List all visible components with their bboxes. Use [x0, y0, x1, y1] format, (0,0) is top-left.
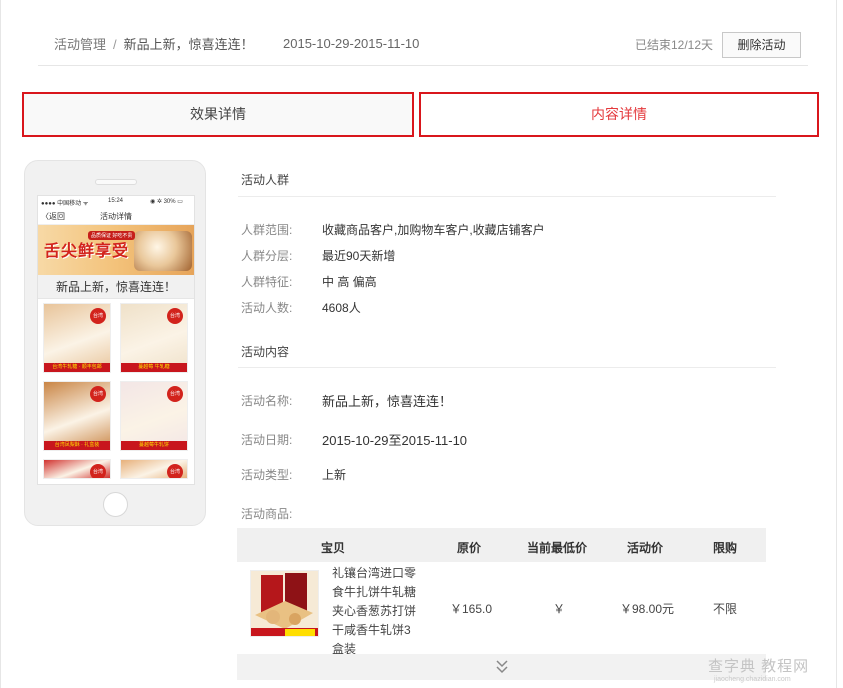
audience-feature-value: 中 高 偏高	[322, 275, 377, 289]
banner-food-image	[134, 231, 192, 271]
phone-product-tile[interactable]: 台湾蔓越莓 牛轧糖	[120, 303, 188, 373]
breadcrumb-current: 新品上新，惊喜连连！	[123, 37, 254, 52]
product-table-header: 宝贝 原价 当前最低价 活动价 限购	[237, 528, 766, 562]
phone-product-image: 台湾蔓越莓 牛轧糖	[121, 304, 187, 372]
content-section-title: 活动内容	[241, 345, 290, 359]
phone-nav-title: 活动详情	[100, 212, 132, 221]
phone-product-tile[interactable]: 台湾台湾牛轧糖 · 顺丰包邮	[43, 303, 111, 373]
col-original-price: 原价	[457, 541, 482, 555]
product-thumbnail[interactable]	[250, 570, 319, 637]
tile-badge: 台湾	[90, 464, 106, 478]
breadcrumb-separator: /	[113, 37, 117, 52]
page-frame-right	[836, 0, 837, 688]
activity-name-value: 新品上新，惊喜连连！	[322, 394, 453, 409]
product-table: 宝贝 原价 当前最低价 活动价 限购 礼镶台湾进口零食牛扎饼牛轧糖夹心香葱苏打饼…	[237, 528, 766, 680]
tile-badge: 台湾	[167, 308, 183, 324]
banner-title: 舌尖鲜享受	[44, 243, 130, 260]
audience-layer-value: 最近90天新增	[322, 249, 396, 263]
product-original-price: ￥165.0	[450, 602, 493, 616]
page-frame-left	[0, 0, 1, 688]
activity-name-label: 活动名称:	[241, 394, 293, 408]
watermark-logo: 查字典 教程网	[708, 658, 810, 675]
audience-count-value: 4608人	[322, 301, 361, 315]
col-item: 宝贝	[321, 541, 346, 555]
tab-content-details[interactable]: 内容详情	[419, 92, 819, 137]
activity-date-label: 活动日期:	[241, 433, 293, 447]
activity-header: 活动管理 / 新品上新，惊喜连连！ 2015-10-29-2015-11-10 已结…	[38, 24, 808, 66]
phone-product-image: 台湾蔓越莓牛轧饼	[121, 382, 187, 450]
activity-date-value: 2015-10-29至2015-11-10	[322, 433, 468, 448]
audience-layer-label: 人群分层:	[241, 249, 293, 263]
phone-product-tile[interactable]: 台湾台湾凤梨酥 · 礼盒装	[43, 381, 111, 451]
breadcrumb: 活动管理 / 新品上新，惊喜连连！	[54, 34, 254, 53]
tile-caption: 蔓越莓牛轧饼	[121, 441, 187, 450]
tile-badge: 台湾	[167, 386, 183, 402]
status-battery: ◉ ✲ 30% ▭	[150, 199, 183, 205]
activity-date-range: 2015-10-29-2015-11-10	[283, 36, 420, 51]
tile-badge: 台湾	[90, 386, 106, 402]
watermark-url: jiaocheng.chazidian.com	[714, 676, 791, 683]
phone-product-tile[interactable]: 台湾	[43, 459, 111, 479]
activity-products-label: 活动商品:	[241, 507, 293, 521]
audience-divider	[238, 196, 776, 197]
tile-caption: 台湾牛轧糖 · 顺丰包邮	[44, 363, 110, 372]
phone-activity-title: 新品上新，惊喜连连！	[38, 275, 194, 299]
audience-scope-value: 收藏商品客户,加购物车客户,收藏店铺客户	[322, 223, 545, 237]
chevrons-down-icon	[495, 660, 508, 674]
tile-badge: 台湾	[167, 464, 183, 478]
product-image-icon	[251, 571, 318, 636]
activity-type-value: 上新	[322, 468, 347, 482]
phone-product-image: 台湾	[44, 460, 110, 478]
phone-product-tile[interactable]: 台湾蔓越莓牛轧饼	[120, 381, 188, 451]
status-time: 15:24	[108, 198, 124, 204]
phone-home-button	[103, 492, 128, 517]
phone-product-grid: 台湾 台湾牛轧糖 · 顺丰包邮 台湾 蔓越莓 牛轧糖 台湾 台湾凤梨酥 · 礼盒装 台湾 蔓越…	[38, 299, 194, 479]
phone-status-bar: ●●●● 中国移动 ᯤ 15:24 ◉ ✲ 30% ▭	[38, 196, 194, 208]
audience-count-label: 活动人数:	[241, 301, 293, 315]
activity-status: 已结束12/12天	[635, 38, 714, 52]
phone-preview: ●●●● 中国移动 ᯤ 15:24 ◉ ✲ 30% ▭ 〈返回 活动详情 品质保…	[24, 160, 206, 526]
audience-feature-label: 人群特征:	[241, 275, 293, 289]
product-name[interactable]: 礼镶台湾进口零食牛扎饼牛轧糖夹心香葱苏打饼干咸香牛轧饼3盒装	[332, 564, 420, 659]
phone-product-image: 台湾	[121, 460, 187, 478]
tile-caption: 蔓越莓 牛轧糖	[121, 363, 187, 372]
expand-more-button[interactable]	[237, 654, 766, 680]
tile-badge: 台湾	[90, 308, 106, 324]
phone-screen: ●●●● 中国移动 ᯤ 15:24 ◉ ✲ 30% ▭ 〈返回 活动详情 品质保…	[37, 195, 195, 485]
col-lowest-price: 当前最低价	[527, 541, 588, 555]
content-divider	[238, 367, 776, 368]
phone-product-tile[interactable]: 台湾	[120, 459, 188, 479]
audience-scope-label: 人群范围:	[241, 223, 293, 237]
breadcrumb-root-link[interactable]: 活动管理	[54, 37, 106, 52]
phone-product-image: 台湾台湾凤梨酥 · 礼盒装	[44, 382, 110, 450]
table-row[interactable]: 礼镶台湾进口零食牛扎饼牛轧糖夹心香葱苏打饼干咸香牛轧饼3盒装 ￥165.0 ￥ …	[237, 562, 766, 656]
phone-nav-bar: 〈返回 活动详情	[38, 208, 194, 225]
product-activity-price: ￥98.00元	[620, 602, 675, 616]
activity-type-label: 活动类型:	[241, 468, 293, 482]
status-carrier: ●●●● 中国移动 ᯤ	[41, 201, 89, 207]
col-limit: 限购	[713, 541, 738, 555]
product-lowest-price: ￥	[553, 602, 566, 616]
delete-activity-button[interactable]: 删除活动	[722, 32, 801, 58]
tile-caption: 台湾凤梨酥 · 礼盒装	[44, 441, 110, 450]
phone-banner: 品质保证 好吃不贵 舌尖鲜享受	[38, 225, 194, 275]
product-limit: 不限	[713, 602, 738, 616]
tab-effect-details[interactable]: 效果详情	[22, 92, 414, 137]
phone-product-image: 台湾台湾牛轧糖 · 顺丰包邮	[44, 304, 110, 372]
col-activity-price: 活动价	[627, 541, 664, 555]
phone-speaker	[95, 179, 137, 185]
audience-section-title: 活动人群	[241, 173, 290, 187]
